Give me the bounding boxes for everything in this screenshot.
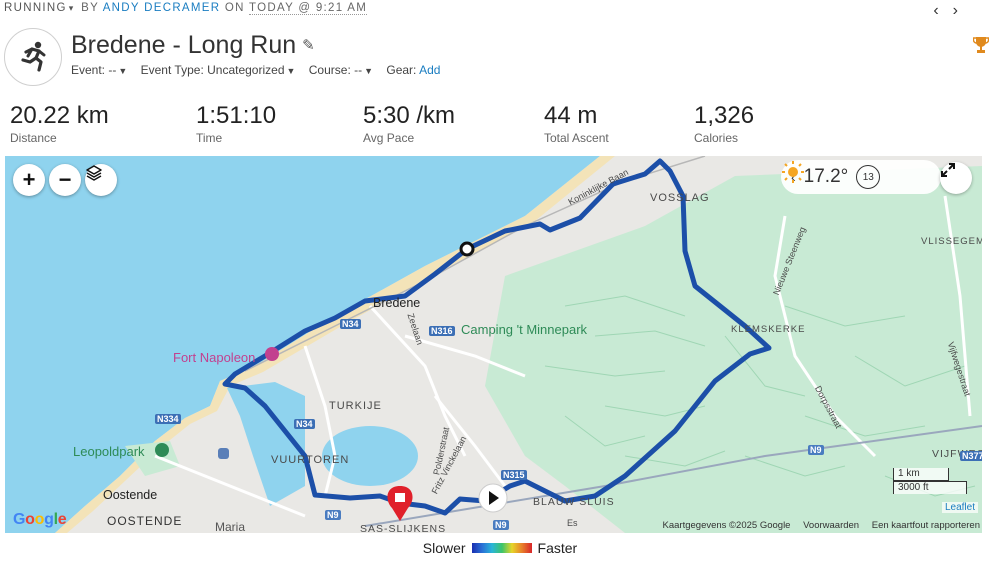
map-label-klemskerke: KLEMSKERKE — [731, 324, 806, 335]
fullscreen-button[interactable] — [940, 162, 972, 194]
stat-value: 1:51:10 — [196, 102, 277, 129]
google-logo: Google — [13, 511, 67, 528]
stat-value: 1,326 — [694, 102, 755, 129]
road-badge-n316: N316 — [429, 326, 455, 336]
map-label-oostende-caps: OOSTENDE — [107, 514, 183, 528]
stat-time: 1:51:10 Time — [196, 102, 276, 145]
activity-title-text: Bredene - Long Run — [71, 31, 297, 59]
leaflet-link[interactable]: Leaflet — [941, 502, 978, 513]
activity-type-icon — [4, 28, 62, 86]
scale-ft: 3000 ft — [893, 481, 967, 494]
event-type-dropdown[interactable]: Event Type: Uncategorized ▼ — [141, 63, 296, 77]
zoom-out-button[interactable]: − — [49, 164, 81, 196]
map-attribution: Kaartgegevens ©2025 Google Voorwaarden E… — [653, 520, 980, 531]
route-map[interactable]: + − ‹ 17.2° 13 VOSSLAG VLISSEGEM KLEMSKE… — [5, 156, 982, 533]
legend-faster-label: Faster — [537, 540, 578, 556]
stat-label: Calories — [694, 131, 739, 145]
map-label-turkije: TURKIJE — [329, 400, 382, 412]
activity-navigation: ‹› — [933, 2, 972, 20]
layers-button[interactable] — [85, 164, 117, 196]
report-map-error-link[interactable]: Een kaartfout rapporteren — [872, 520, 980, 531]
map-label-vosslag: VOSSLAG — [650, 192, 710, 204]
map-label-es: Es — [567, 518, 578, 528]
temperature-value: 17.2° — [803, 166, 849, 187]
park-poi-icon[interactable] — [155, 443, 169, 457]
wind-badge-icon: 13 — [856, 165, 881, 189]
current-position-marker — [459, 241, 475, 257]
map-label-camping: Camping 't Minnepark — [461, 322, 588, 337]
activity-type-dropdown[interactable]: RUNNING ▾ — [4, 2, 77, 14]
weather-widget[interactable]: ‹ 17.2° 13 — [781, 160, 941, 194]
edit-title-pencil-icon[interactable]: ✎ — [302, 37, 315, 54]
play-start-marker[interactable] — [478, 483, 508, 513]
course-dropdown[interactable]: Course: -- ▼ — [309, 63, 373, 77]
map-label-fort-napoleon: Fort Napoleon — [173, 350, 256, 365]
previous-activity-icon[interactable]: ‹ — [933, 2, 952, 19]
road-badge-n34: N34 — [340, 319, 361, 329]
pace-legend: Slower Faster — [0, 540, 1000, 556]
map-scale: 1 km 3000 ft — [893, 468, 967, 494]
road-badge-n34: N34 — [294, 419, 315, 429]
chevron-down-icon: ▾ — [68, 3, 75, 13]
scale-km: 1 km — [893, 468, 949, 481]
runner-icon — [21, 41, 46, 72]
road-badge-n9: N9 — [493, 520, 509, 530]
next-activity-icon[interactable]: › — [953, 2, 972, 19]
stat-avg-pace: 5:30 /km Avg Pace — [363, 102, 455, 145]
stat-label: Distance — [10, 131, 57, 145]
stat-total-ascent: 44 m Total Ascent — [544, 102, 609, 145]
trophy-icon[interactable] — [972, 36, 990, 59]
activity-header-line: RUNNING ▾ BY ANDY DECRAMER ON TODAY @ 9:2… — [4, 2, 368, 15]
gear-field: Gear: Add — [386, 63, 441, 77]
caret-down-icon: ▼ — [364, 66, 374, 76]
layers-icon — [86, 165, 102, 181]
fort-poi-icon[interactable] — [265, 347, 279, 361]
zoom-in-button[interactable]: + — [13, 164, 45, 196]
legend-slower-label: Slower — [422, 540, 466, 556]
map-label-maria: Maria — [215, 520, 246, 533]
finish-flag-marker — [387, 486, 413, 521]
map-data-credit: Kaartgegevens ©2025 Google — [662, 520, 791, 531]
map-canvas — [5, 156, 982, 533]
stat-calories: 1,326 Calories — [694, 102, 754, 145]
on-label: ON — [224, 2, 245, 14]
stat-distance: 20.22 km Distance — [10, 102, 109, 145]
terms-link[interactable]: Voorwaarden — [803, 520, 859, 531]
expand-icon — [941, 163, 955, 177]
map-label-leopoldpark: Leopoldpark — [73, 444, 145, 459]
stat-value: 44 m — [544, 102, 598, 129]
road-badge-n9: N9 — [325, 510, 341, 520]
map-label-sas-slijkens: SAS-SLIJKENS — [360, 523, 447, 533]
road-badge-n334: N334 — [155, 414, 181, 424]
stat-value: 5:30 /km — [363, 102, 456, 129]
stat-value: 20.22 km — [10, 102, 109, 129]
road-badge-n377: N377 — [960, 451, 982, 461]
activity-time[interactable]: TODAY @ 9:21 AM — [249, 2, 368, 15]
sun-icon — [782, 161, 804, 183]
activity-meta: Event: -- ▼ Event Type: Uncategorized ▼ Co… — [71, 63, 450, 77]
caret-down-icon: ▼ — [286, 66, 296, 76]
road-badge-n9: N9 — [808, 445, 824, 455]
stat-label: Avg Pace — [363, 131, 415, 145]
activity-title: Bredene - Long Run ✎ — [71, 31, 315, 60]
map-label-vuurtoren: VUURTOREN — [271, 454, 350, 466]
map-label-oostende: Oostende — [103, 488, 158, 502]
map-label-vlissegem: VLISSEGEM — [921, 236, 982, 247]
add-gear-link[interactable]: Add — [419, 63, 440, 77]
station-icon[interactable] — [218, 448, 229, 459]
stat-label: Total Ascent — [544, 131, 609, 145]
author-link[interactable]: ANDY DECRAMER — [103, 2, 221, 14]
event-dropdown[interactable]: Event: -- ▼ — [71, 63, 127, 77]
map-label-blauwe-sluis: BLAUW SLUIS — [533, 496, 615, 508]
caret-down-icon: ▼ — [118, 66, 128, 76]
by-label: BY — [81, 2, 99, 14]
road-badge-n315: N315 — [501, 470, 527, 480]
stat-label: Time — [196, 131, 223, 145]
pace-gradient-bar — [471, 543, 532, 553]
map-label-bredene: Bredene — [373, 296, 421, 310]
